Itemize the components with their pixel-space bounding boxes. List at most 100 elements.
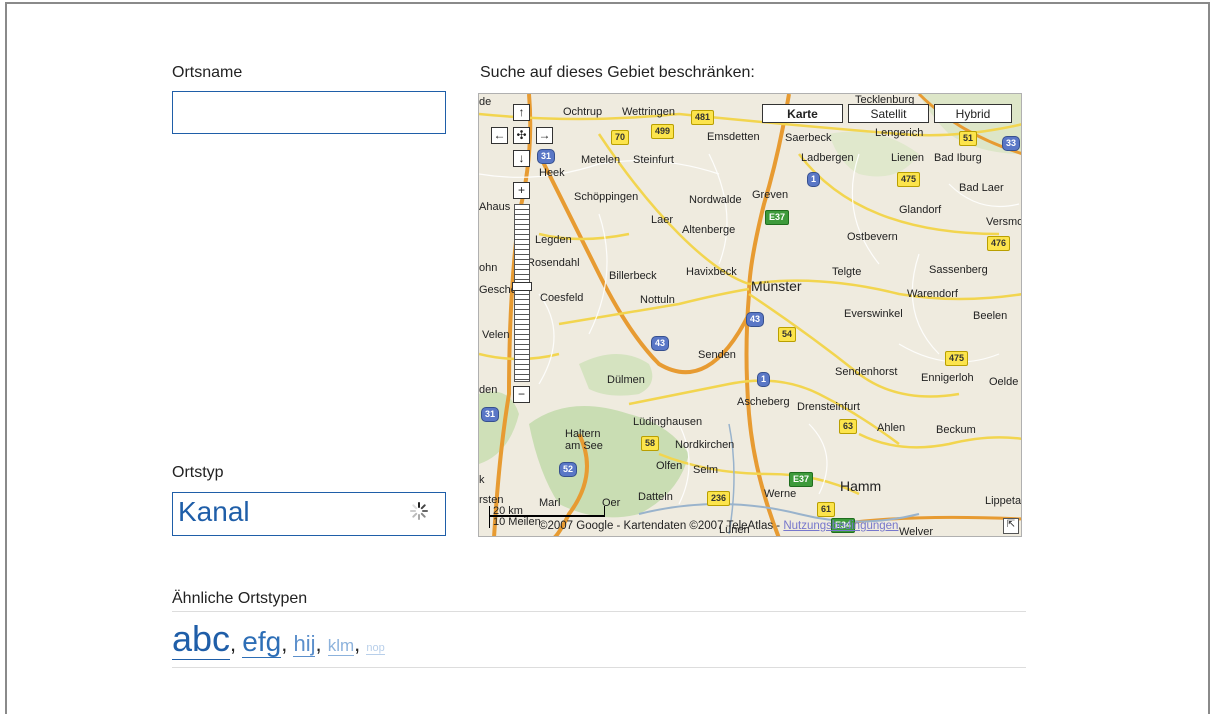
map-label: de (479, 96, 492, 108)
map-label: ohn (479, 262, 498, 274)
road-shield: 31 (481, 407, 500, 422)
map-label: den (479, 384, 498, 396)
map-label: Senden (698, 349, 736, 361)
road-shield: 61 (817, 502, 836, 517)
road-shield: 70 (611, 130, 630, 145)
map-label: Emsdetten (707, 131, 760, 143)
road-shield: 43 (651, 336, 670, 351)
place-type-label: Ortstyp (172, 464, 224, 481)
map-label: Ascheberg (737, 396, 790, 408)
map-label: Steinfurt (633, 154, 674, 166)
similar-type-tag-efg[interactable]: efg (242, 626, 282, 658)
pan-left-icon[interactable]: ← (491, 127, 508, 144)
road-shield: E37 (765, 210, 790, 225)
map-label: Ladbergen (801, 152, 854, 164)
tag-separator: , (354, 631, 367, 656)
road-shield: 52 (559, 462, 578, 477)
map-label: Hamm (840, 478, 882, 494)
map-label: Selm (693, 464, 719, 476)
divider (172, 611, 1026, 612)
map-label: Velen (482, 329, 510, 341)
similar-type-tag-klm[interactable]: klm (327, 636, 355, 656)
terms-link[interactable]: Nutzungsbedingungen (783, 520, 898, 532)
road-shield: 33 (1002, 136, 1021, 151)
map-label: Coesfeld (540, 292, 584, 304)
map-label: Glandorf (899, 204, 942, 216)
map-label: Heek (539, 167, 565, 179)
zoom-slider-track[interactable] (514, 204, 530, 382)
map-label: Bad Laer (959, 182, 1004, 194)
area-restrict-label: Suche auf dieses Gebiet beschränken: (480, 64, 755, 81)
road-shield: 58 (641, 436, 660, 451)
road-shield: 236 (707, 491, 731, 506)
road-shield: 51 (959, 131, 978, 146)
road-shield: E37 (789, 472, 814, 487)
pan-right-icon[interactable]: → (536, 127, 553, 144)
similar-type-tag-abc[interactable]: abc (172, 618, 231, 660)
map-label: Rosendahl (527, 257, 580, 269)
map-label: Nordwalde (689, 194, 742, 206)
road-shield: 63 (839, 419, 858, 434)
road-shield: 1 (807, 172, 821, 187)
map-label: Datteln (638, 491, 673, 503)
map-label: Welver (899, 526, 934, 537)
map-label: Ahaus (479, 201, 511, 213)
map-label: Greven (752, 189, 789, 201)
map-type-hybrid-button[interactable]: Hybrid (934, 104, 1012, 123)
map-label: Beelen (973, 310, 1008, 322)
map-label: Telgte (832, 266, 862, 278)
map-label: Drensteinfurt (797, 401, 860, 413)
tag-separator: , (230, 631, 243, 656)
map-label: Versmold (986, 216, 1022, 228)
road-shield: 54 (778, 327, 797, 342)
zoom-in-icon[interactable]: + (513, 182, 530, 199)
map-label: Beckum (936, 424, 976, 436)
map-label: Havixbeck (686, 266, 737, 278)
divider (172, 667, 1026, 668)
road-shield: 31 (537, 149, 556, 164)
map-label: Schöppingen (574, 191, 639, 203)
road-shield: 43 (746, 312, 765, 327)
map-label: Saerbeck (785, 132, 832, 144)
map-label: Lippetal (985, 495, 1022, 507)
copyright-text: ©2007 Google - Kartendaten ©2007 TeleAtl… (539, 520, 781, 532)
map-label: Lengerich (875, 127, 924, 139)
map-label: Legden (535, 234, 572, 246)
map-label: Werne (764, 488, 797, 500)
pan-center-icon[interactable]: ✣ (513, 127, 530, 144)
road-shield: 475 (897, 172, 921, 187)
similar-type-tag-nop[interactable]: nop (366, 642, 385, 655)
map-label: Nottuln (640, 294, 675, 306)
map-view[interactable]: de Ochtrup Wettringen Tecklenburg Emsdet… (478, 93, 1022, 537)
map-label: Ahlen (877, 422, 906, 434)
place-type-value: Kanal (178, 496, 250, 527)
road-shield: 475 (945, 351, 969, 366)
map-type-satellit-button[interactable]: Satellit (848, 104, 929, 123)
map-label: k (479, 474, 485, 486)
map-label: Laer (651, 214, 674, 226)
zoom-slider-handle[interactable] (512, 282, 532, 291)
zoom-out-icon[interactable]: − (513, 386, 530, 403)
map-type-karte-button[interactable]: Karte (762, 104, 843, 123)
map-copyright: ©2007 Google - Kartendaten ©2007 TeleAtl… (539, 520, 898, 532)
similar-type-tag-hij[interactable]: hij (293, 631, 316, 657)
pan-up-icon[interactable]: ↑ (513, 104, 530, 121)
place-name-label: Ortsname (172, 64, 243, 81)
pan-down-icon[interactable]: ↓ (513, 150, 530, 167)
map-label: Ennigerloh (921, 372, 974, 384)
tag-separator: , (315, 631, 328, 656)
map-label: Lienen (891, 152, 925, 164)
map-label: Lüdinghausen (633, 416, 703, 428)
map-label: Dülmen (607, 374, 645, 386)
map-label: Haltern am See (565, 428, 603, 452)
road-shield: 499 (651, 124, 675, 139)
map-label: Oelde (989, 376, 1019, 388)
place-name-input[interactable] (172, 91, 446, 134)
map-label: Ostbevern (847, 231, 898, 243)
overview-toggle-icon[interactable]: ⇱ (1003, 518, 1019, 534)
loading-spinner-icon (410, 502, 428, 520)
place-type-input[interactable]: Kanal (172, 492, 446, 536)
tag-separator: , (281, 631, 294, 656)
map-label: Billerbeck (609, 270, 657, 282)
map-label: Wettringen (622, 106, 675, 118)
